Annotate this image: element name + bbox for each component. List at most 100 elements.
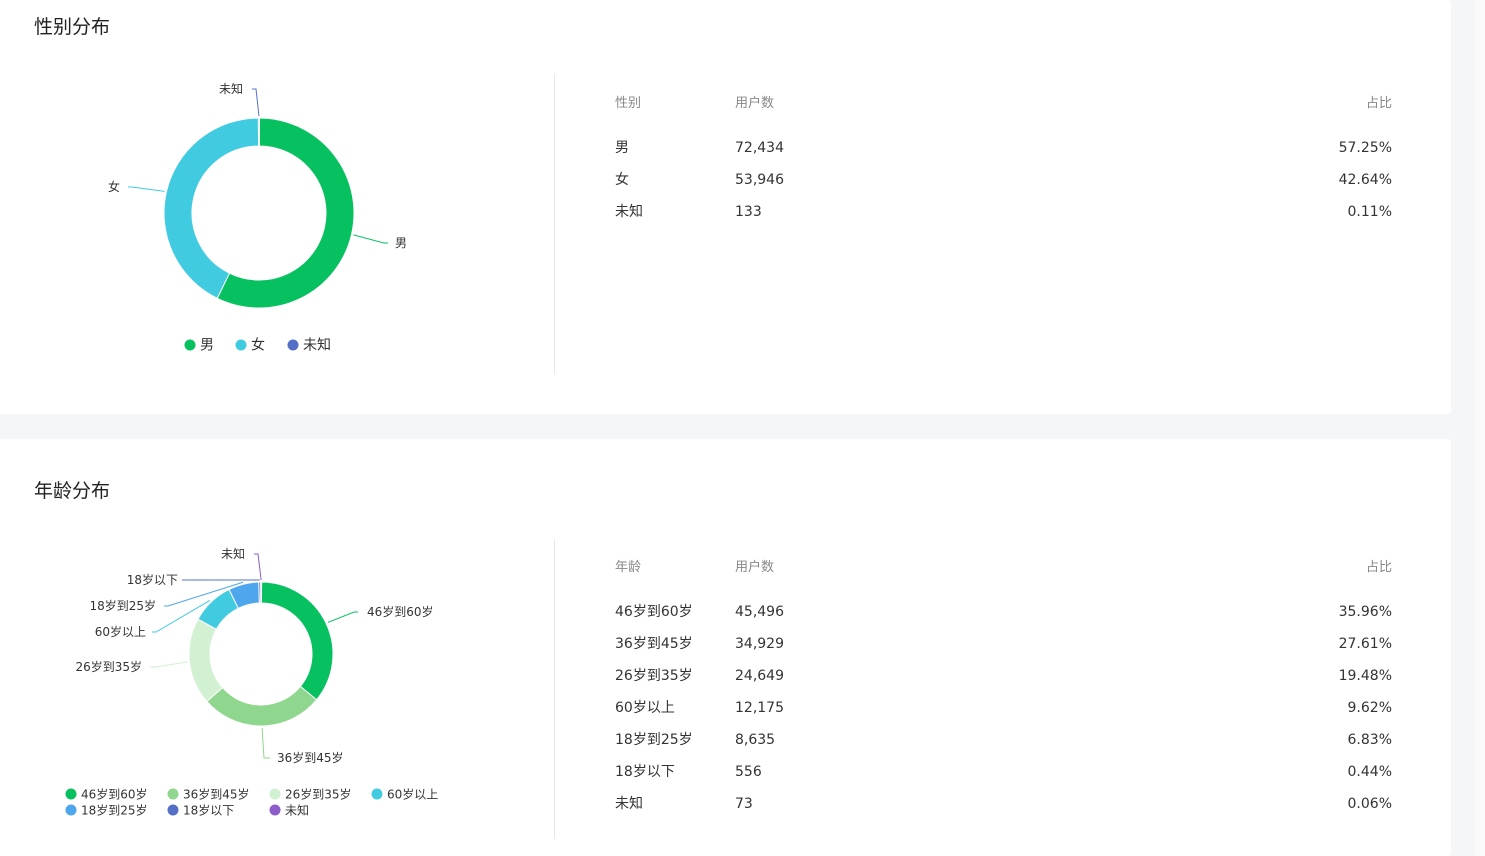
slice-label: 26岁到35岁 [75,659,142,674]
legend-item[interactable]: 46岁到60岁 [81,787,148,802]
row-share: 57.25% [1338,140,1392,156]
legend-item[interactable]: 26岁到35岁 [285,787,352,802]
leader-line [261,727,270,759]
legend-item[interactable]: 女 [251,337,265,354]
gender-donut-chart: 男女未知男女未知 [108,82,407,354]
age-donut-chart: 46岁到60岁36岁到45岁26岁到35岁60岁以上18岁到25岁18岁以下未知… [65,547,438,818]
leader-line [252,88,260,117]
table-row: 男 72,434 57.25% [615,132,1392,164]
slice-label: 未知 [221,547,245,561]
legend-marker [65,788,77,800]
row-share: 6.83% [1347,732,1392,748]
legend-marker [167,788,179,800]
row-users: 8,635 [735,732,776,748]
legend-item[interactable]: 男 [200,338,214,354]
leader-line [353,234,388,244]
row-users: 133 [735,204,762,220]
table-header: 年龄 用户数 占比 [615,552,1392,584]
row-label: 18岁以下 [615,764,675,780]
row-label: 男 [615,140,629,156]
legend-marker [371,788,383,800]
table-row: 46岁到60岁 45,496 35.96% [615,596,1392,628]
legend-item[interactable]: 36岁到45岁 [183,787,250,802]
gender-table: 性别 用户数 占比 男 72,434 57.25% 女 53,946 42.64… [615,88,1392,228]
legend-item[interactable]: 18岁以下 [183,803,234,818]
legend-marker [235,339,247,351]
slice-label: 36岁到45岁 [277,750,344,765]
slice-label: 女 [108,179,120,194]
legend-marker [65,804,77,816]
row-label: 未知 [615,204,643,220]
row-users: 45,496 [735,604,784,620]
gender-divider [554,74,555,374]
row-label: 36岁到45岁 [615,636,693,652]
legend-marker [184,339,196,351]
row-users: 556 [735,764,762,780]
header-age: 年龄 [615,560,642,575]
page-edge [1475,0,1485,856]
header-users: 用户数 [735,560,775,575]
row-share: 35.96% [1338,604,1392,620]
leader-line [128,186,165,192]
donut-slice-1 [206,685,318,727]
donut-slice-0 [260,581,334,701]
age-card: 年龄分布 46岁到60岁 36岁到45岁 26岁到35岁 60岁以上 18岁到25岁 18… [0,439,1451,856]
row-users: 72,434 [735,140,784,156]
header-users: 用户数 [735,96,775,111]
donut-slice-6 [260,581,263,604]
slice-label: 18岁到25岁 [89,598,156,613]
slice-label: 46岁到60岁 [367,604,434,619]
legend-item[interactable]: 未知 [303,337,331,354]
row-label: 60岁以上 [615,700,675,716]
legend-marker [287,339,299,351]
table-header: 性别 用户数 占比 [615,88,1392,120]
donut-slice-1 [163,117,260,299]
table-row: 女 53,946 42.64% [615,164,1392,196]
table-row: 36岁到45岁 34,929 27.61% [615,628,1392,660]
row-share: 19.48% [1338,668,1392,684]
donut-slice-2 [188,618,224,703]
leader-line [327,611,358,623]
legend-marker [269,804,281,816]
row-users: 53,946 [735,172,784,188]
age-divider [554,539,555,839]
donut-slice-2 [257,117,261,147]
slice-label: 18岁以下 [127,572,178,587]
table-row: 60岁以上 12,175 9.62% [615,692,1392,724]
row-label: 女 [615,172,629,188]
row-share: 9.62% [1347,700,1392,716]
row-label: 46岁到60岁 [615,604,693,620]
row-share: 0.06% [1347,796,1392,812]
slice-label: 男 [395,236,407,250]
row-share: 0.11% [1347,204,1392,220]
header-gender: 性别 [615,96,642,111]
row-users: 73 [735,796,753,812]
legend-marker [269,788,281,800]
table-row: 26岁到35岁 24,649 19.48% [615,660,1392,692]
legend-item[interactable]: 18岁到25岁 [81,803,148,818]
row-label: 未知 [615,796,643,812]
slice-label: 60岁以上 [95,624,146,639]
header-share: 占比 [1365,560,1392,575]
row-share: 0.44% [1347,764,1392,780]
legend-marker [167,804,179,816]
age-table: 年龄 用户数 占比 46岁到60岁 45,496 35.96% 36岁到45岁 … [615,552,1392,820]
table-row: 18岁以下 556 0.44% [615,756,1392,788]
row-users: 34,929 [735,636,784,652]
gender-card: 性别分布 男女未知男女未知 性别 用户数 占比 男 72,434 57.25% … [0,0,1451,414]
legend-item[interactable]: 60岁以上 [387,787,438,802]
row-share: 27.61% [1338,636,1392,652]
table-row: 未知 133 0.11% [615,196,1392,228]
row-label: 18岁到25岁 [615,732,693,748]
row-users: 12,175 [735,700,784,716]
legend-item[interactable]: 未知 [285,804,309,818]
row-share: 42.64% [1338,172,1392,188]
slice-label: 未知 [219,82,243,96]
table-row: 未知 73 0.06% [615,788,1392,820]
leader-line [150,661,188,668]
row-label: 26岁到35岁 [615,668,693,684]
table-row: 18岁到25岁 8,635 6.83% [615,724,1392,756]
header-share: 占比 [1365,96,1392,111]
leader-line [254,553,262,581]
row-users: 24,649 [735,668,784,684]
